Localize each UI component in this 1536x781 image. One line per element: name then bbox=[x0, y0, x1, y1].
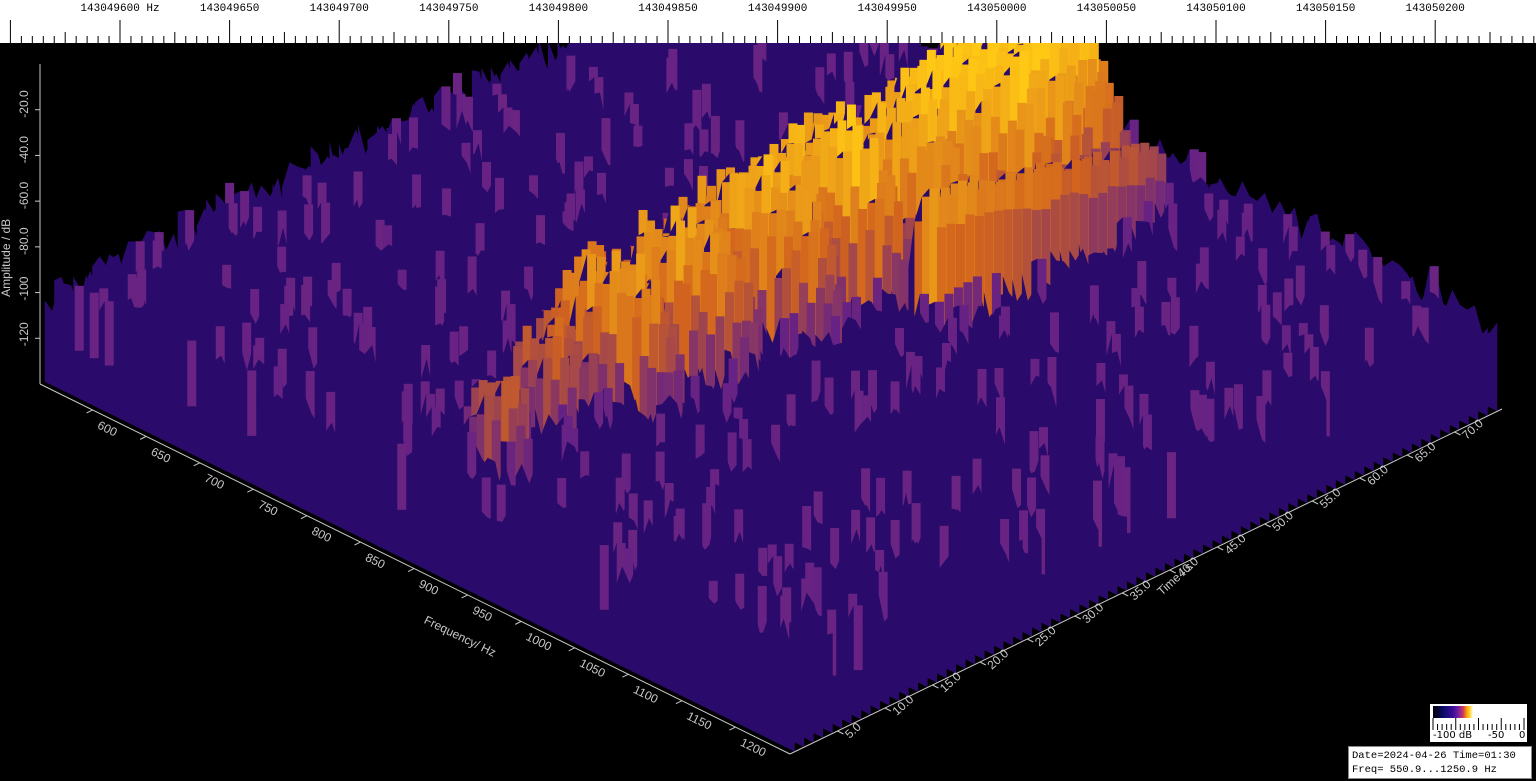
frequency-tick bbox=[675, 700, 683, 705]
frequency-tick bbox=[193, 462, 200, 467]
frequency-tick bbox=[729, 726, 736, 731]
frequency-tick bbox=[139, 435, 147, 440]
spectrum-bar bbox=[104, 301, 114, 366]
frequency-tick-label: 1200 bbox=[738, 735, 768, 759]
ruler-tick-label: 143050050 bbox=[1076, 3, 1137, 15]
amplitude-tick-label: -120 bbox=[17, 322, 31, 346]
ruler-tick-label: 143049700 bbox=[309, 3, 369, 15]
ruler-tick-label: 143050200 bbox=[1405, 3, 1465, 15]
legend-label-max: 0 bbox=[1519, 730, 1526, 741]
frequency-tick-label: 1100 bbox=[631, 682, 661, 706]
spectrum-bar bbox=[1166, 452, 1176, 519]
ruler-tick-label: 143049850 bbox=[638, 3, 698, 15]
ruler-tick-label: 143050150 bbox=[1295, 3, 1356, 15]
frequency-tick bbox=[407, 568, 415, 572]
waterfall-surface bbox=[44, 43, 1498, 752]
frequency-tick-label: 1000 bbox=[524, 629, 554, 653]
spectrum-bar bbox=[397, 443, 407, 510]
frequency-tick-label: 1150 bbox=[685, 709, 715, 733]
amplitude-tick-label: -80.0 bbox=[17, 227, 31, 255]
frequency-tick-label: 1050 bbox=[577, 656, 607, 680]
time-tick-label: 5.0 bbox=[842, 719, 864, 741]
color-legend: -100 dB -50 0 bbox=[1430, 704, 1527, 742]
amplitude-tick-label: -20.0 bbox=[17, 90, 31, 118]
spectrum-bar bbox=[89, 292, 99, 359]
spectrum-bar bbox=[599, 545, 609, 610]
frequency-tick bbox=[247, 488, 254, 493]
spectrum-bar bbox=[187, 340, 197, 407]
amplitude-axis-title: Amplitude / dB bbox=[0, 219, 13, 297]
ruler-tick-label: 143049950 bbox=[857, 3, 917, 15]
legend-label-min: -100 dB bbox=[1433, 730, 1473, 741]
ruler-tick-label: 143050100 bbox=[1186, 3, 1246, 15]
ruler-tick-label: 143050000 bbox=[967, 3, 1027, 15]
spectrum-bar bbox=[247, 370, 257, 436]
frequency-tick bbox=[568, 647, 575, 652]
spectrum-bar bbox=[74, 285, 84, 351]
ruler-tick-label: 143049650 bbox=[199, 3, 260, 15]
ruler-tick-label: 143049600 Hz bbox=[80, 3, 160, 15]
frequency-range-text: Freq= 550.9...1250.9 Hz bbox=[1352, 764, 1497, 776]
amplitude-tick-label: -60.0 bbox=[17, 181, 31, 209]
frequency-tick bbox=[622, 673, 629, 678]
legend-colorbar bbox=[1433, 706, 1524, 718]
frequency-ruler: 143049600 Hz 143049650 143049700 143049750 1… bbox=[0, 0, 1536, 43]
ruler-tick-label: 143049750 bbox=[419, 3, 479, 15]
frequency-tick bbox=[514, 620, 522, 625]
frequency-tick bbox=[86, 409, 93, 414]
date-time-text: Date=2024-04-26 Time=01:30 bbox=[1352, 750, 1516, 762]
info-box: Date=2024-04-26 Time=01:30 Freq= 550.9..… bbox=[1348, 746, 1532, 779]
legend-ticks bbox=[1432, 718, 1525, 730]
amplitude-tick-label: -40.0 bbox=[17, 136, 31, 164]
legend-label-mid: -50 bbox=[1488, 730, 1505, 741]
ruler-tick-label: 143049800 bbox=[528, 3, 589, 15]
amplitude-tick-label: -100 bbox=[17, 276, 31, 300]
waterfall-plot: 6006507007508008509009501000105011001150… bbox=[0, 43, 1503, 760]
frequency-tick bbox=[300, 515, 308, 520]
frequency-tick bbox=[461, 594, 468, 599]
ruler-tick-label: 143049900 bbox=[747, 3, 808, 15]
frequency-tick bbox=[354, 541, 361, 546]
spectrum-bar bbox=[853, 605, 863, 671]
